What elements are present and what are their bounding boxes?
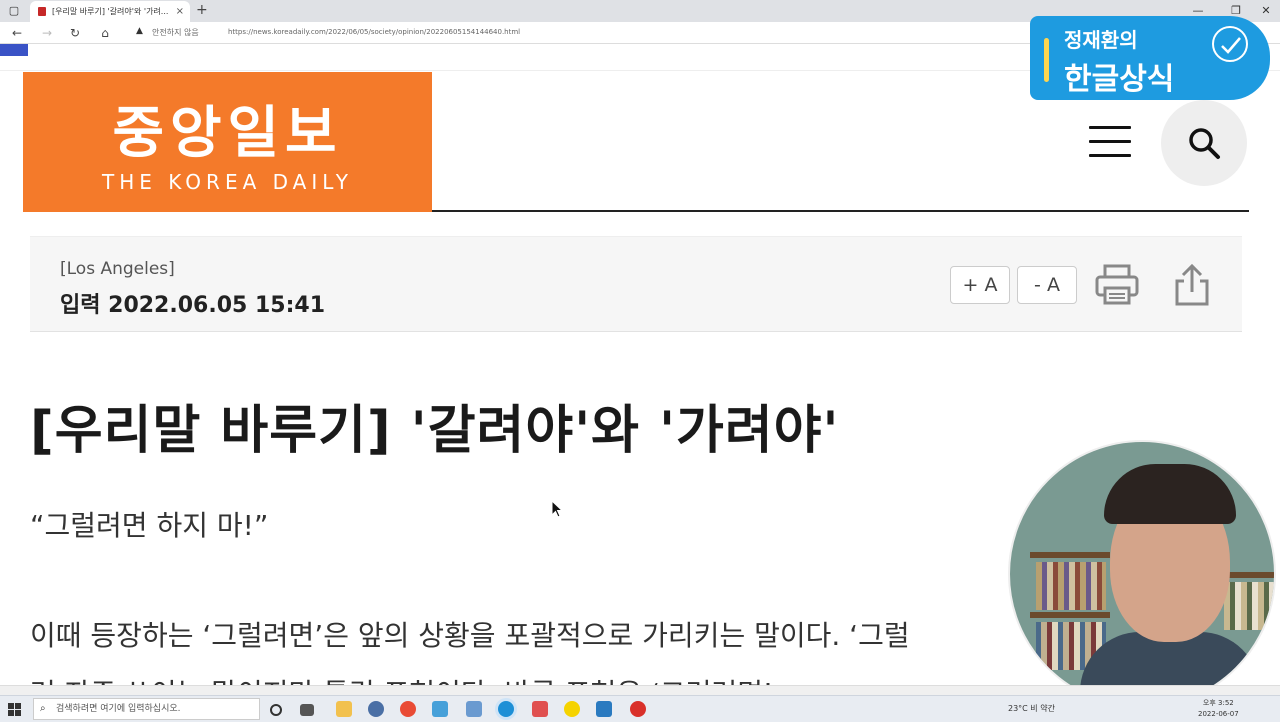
- horizontal-scrollbar[interactable]: [0, 685, 1280, 695]
- hamburger-menu-icon[interactable]: [1089, 126, 1131, 158]
- task-view-icon[interactable]: [300, 704, 314, 716]
- app-icon[interactable]: [532, 701, 548, 717]
- kakaotalk-icon[interactable]: [564, 701, 580, 717]
- cortana-icon[interactable]: [270, 704, 282, 716]
- taskbar-search-input[interactable]: ⌕ 검색하려면 여기에 입력하십시오.: [33, 698, 260, 720]
- search-icon: ⌕: [40, 703, 46, 714]
- tab-close-icon[interactable]: ×: [176, 1, 184, 22]
- article-paragraph: “그럴려면 하지 마!”: [30, 509, 269, 542]
- article-paragraph: 이때 등장하는 ‘그럴려면’은 앞의 상황을 포괄적으로 가리키는 말이다. ‘…: [30, 619, 910, 652]
- browser-tab[interactable]: [우리말 바루기] '갈려야'와 '가려... ×: [30, 1, 190, 22]
- url-field[interactable]: https://news.koreadaily.com/2022/06/05/s…: [228, 28, 520, 36]
- clock-time: 오후 3:52: [1202, 699, 1234, 707]
- new-tab-button[interactable]: +: [196, 2, 208, 18]
- back-button[interactable]: ←: [8, 24, 26, 42]
- app-icon[interactable]: [596, 701, 612, 717]
- app-icon[interactable]: [368, 701, 384, 717]
- checkmark-icon: [1212, 26, 1248, 62]
- search-button[interactable]: [1161, 100, 1247, 186]
- article-meta-bar: [Los Angeles] 입력 2022.06.05 15:41 + A - …: [30, 236, 1242, 332]
- share-icon[interactable]: [1172, 263, 1212, 307]
- reload-button[interactable]: ↻: [66, 24, 84, 42]
- badge-accent-bar: [1044, 38, 1049, 82]
- app-icon[interactable]: [466, 701, 482, 717]
- article-headline: [우리말 바루기] '갈려야'와 '가려야': [30, 401, 840, 461]
- weather-widget[interactable]: 23°C 비 약간: [1008, 703, 1055, 714]
- clock-date: 2022-06-07: [1198, 710, 1239, 718]
- person-hair: [1104, 464, 1236, 524]
- close-window-button[interactable]: ✕: [1258, 3, 1274, 19]
- windows-start-icon[interactable]: [8, 703, 22, 717]
- font-decrease-button[interactable]: - A: [1017, 266, 1077, 304]
- mouse-cursor-icon: [551, 500, 563, 518]
- tab-title: [우리말 바루기] '갈려야'와 '가려...: [52, 7, 169, 16]
- page-accent-strip: [0, 44, 28, 56]
- security-label[interactable]: 안전하지 않음: [152, 27, 199, 38]
- font-increase-button[interactable]: + A: [950, 266, 1010, 304]
- forward-button[interactable]: →: [38, 24, 56, 42]
- taskbar-search-placeholder: 검색하려면 여기에 입력하십시오.: [56, 704, 181, 714]
- badge-channel-name: 정재환의: [1064, 28, 1138, 52]
- logo-english-text: THE KOREA DAILY: [102, 170, 353, 194]
- system-clock[interactable]: 오후 3:52 2022-06-07: [1198, 698, 1239, 720]
- warning-icon[interactable]: ▲: [136, 26, 143, 36]
- app-icon[interactable]: [630, 701, 646, 717]
- channel-badge: 정재환의 한글상식: [1030, 16, 1270, 100]
- chrome-icon[interactable]: [400, 701, 416, 717]
- window-menu-icon[interactable]: ▢: [6, 3, 22, 19]
- article-location: [Los Angeles]: [60, 259, 175, 279]
- article-date: 입력 2022.06.05 15:41: [60, 293, 326, 318]
- search-icon: [1189, 128, 1220, 159]
- site-favicon-icon: [38, 7, 46, 16]
- home-button[interactable]: ⌂: [96, 24, 114, 42]
- windows-taskbar: ⌕ 검색하려면 여기에 입력하십시오. 23°C 비 약간 오후 3:52 20…: [0, 695, 1280, 722]
- edge-icon[interactable]: [498, 701, 514, 717]
- logo-korean-text: 중앙일보: [112, 101, 343, 166]
- webcam-overlay: [1008, 440, 1276, 708]
- badge-channel-title: 한글상식: [1064, 62, 1175, 97]
- header-divider: [432, 210, 1249, 212]
- file-explorer-icon[interactable]: [336, 701, 352, 717]
- site-logo[interactable]: 중앙일보 THE KOREA DAILY: [23, 72, 432, 212]
- app-icon[interactable]: [432, 701, 448, 717]
- screen: { "browser": { "tab_title": "[우리말 바루기] '…: [0, 0, 1280, 722]
- print-icon[interactable]: [1094, 263, 1140, 307]
